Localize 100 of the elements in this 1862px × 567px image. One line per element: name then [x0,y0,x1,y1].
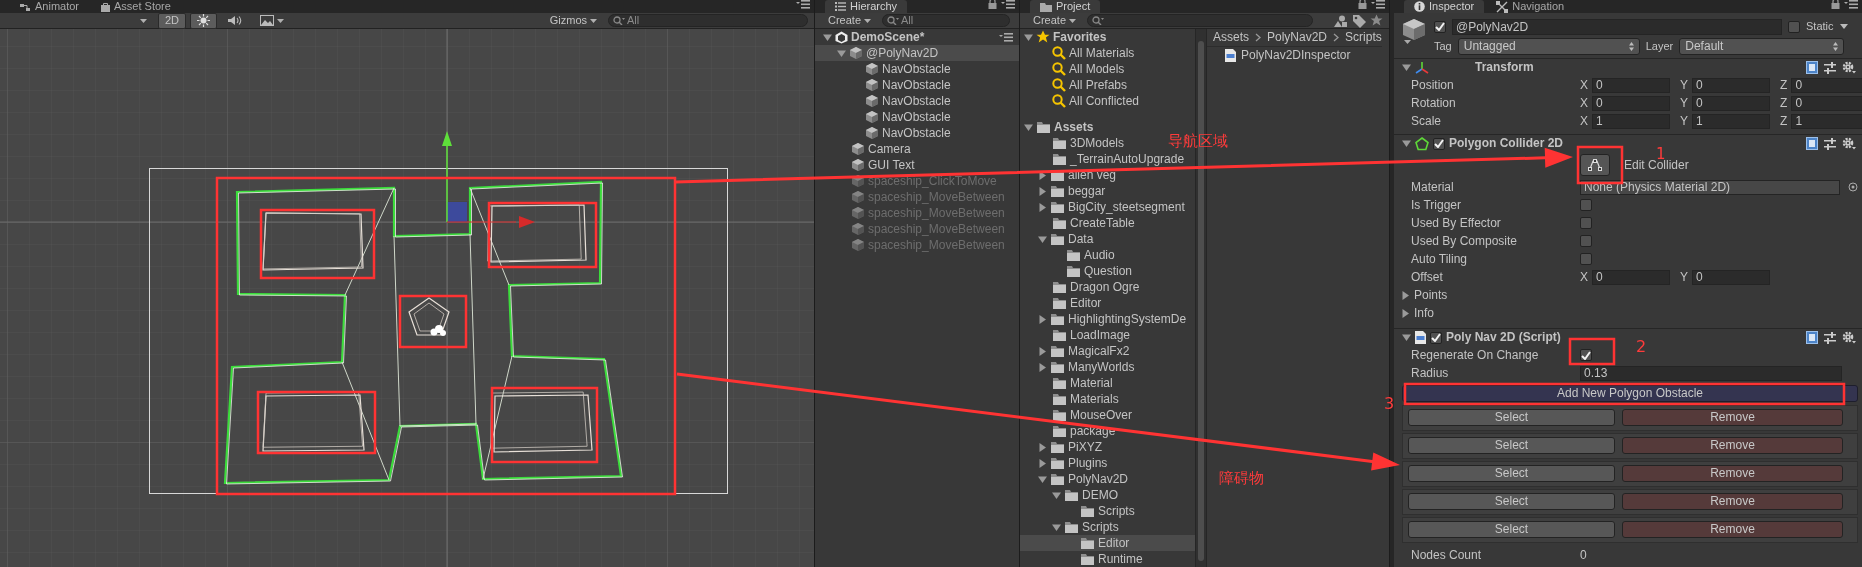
menu-icon[interactable] [1001,0,1015,9]
remove-button[interactable]: Remove [1622,521,1843,538]
tree-item[interactable]: Assets [1020,119,1094,135]
move-gizmo-drawing[interactable] [442,131,535,228]
tree-item[interactable]: Scripts [1020,519,1119,535]
disclosure-triangle-icon[interactable] [1401,308,1410,318]
tree-item[interactable]: Runtime [1020,551,1143,567]
create-dropdown[interactable]: Create [1026,12,1084,29]
select-button[interactable]: Select [1408,521,1615,538]
disclosure-triangle-icon[interactable] [1038,474,1047,484]
number-field[interactable]: 0 [1791,77,1862,93]
tree-item[interactable]: LoadImage [1020,327,1131,343]
number-field[interactable]: 0 [1592,95,1670,111]
checkbox[interactable] [1433,137,1445,150]
number-field[interactable]: 0 [1592,77,1670,93]
presets-icon[interactable] [1824,331,1836,344]
number-field[interactable]: 1 [1692,113,1771,129]
tree-item[interactable]: All Materials [1020,45,1135,61]
panel-tab[interactable]: Animator [10,0,90,13]
lock-icon[interactable] [988,0,997,9]
disclosure-triangle-icon[interactable] [1052,490,1061,500]
tree-item[interactable]: Materials [1020,391,1119,407]
hierarchy-item[interactable]: @PolyNav2D [815,45,1019,61]
disclosure-triangle-icon[interactable] [1024,32,1033,42]
tree-item[interactable]: Favorites [1020,29,1107,45]
tree-item[interactable]: Plugins [1020,455,1108,471]
tree-item[interactable]: Question [1020,263,1133,279]
hierarchy-item[interactable]: NavObstacle [815,61,951,77]
disclosure-triangle-icon[interactable] [1038,362,1047,372]
panel-tab[interactable]: Asset Store [91,0,181,13]
disclosure-triangle-icon[interactable] [837,48,846,58]
select-button[interactable]: Select [1408,437,1615,454]
number-field[interactable]: 0 [1692,269,1771,285]
tree-item[interactable]: Material [1020,375,1113,391]
tree-item[interactable]: beggar [1020,183,1106,199]
disclosure-triangle-icon[interactable] [1402,333,1411,342]
disclosure-triangle-icon[interactable] [1038,202,1047,212]
filter-by-type-icon[interactable] [1334,14,1348,27]
menu-icon[interactable] [999,32,1013,42]
tree-item[interactable]: Data [1020,231,1094,247]
checkbox[interactable] [1430,331,1442,344]
lock-icon[interactable] [1358,0,1367,9]
tree-item[interactable]: BigCity_steetsegment [1020,199,1185,215]
foldout-label[interactable]: Info [1414,305,1434,321]
disclosure-triangle-icon[interactable] [823,32,832,42]
disclosure-triangle-icon[interactable] [1038,186,1047,196]
tree-item[interactable]: PolyNav2D [1020,471,1129,487]
foldout-label[interactable]: Points [1414,287,1448,303]
hierarchy-item[interactable]: Camera [815,141,911,157]
checkbox[interactable] [1434,20,1446,33]
disclosure-triangle-icon[interactable] [1038,458,1047,468]
tree-item[interactable]: Audio [1020,247,1115,263]
tree-item[interactable]: Editor [1020,295,1102,311]
scene-row[interactable]: DemoScene* [815,29,1019,45]
panel-tab[interactable]: Navigation [1486,0,1575,13]
number-field[interactable]: 1 [1791,113,1862,129]
panel-tab[interactable]: Inspector [1404,0,1485,13]
menu-icon[interactable] [1844,0,1858,9]
number-field[interactable]: 0 [1592,269,1670,285]
gear-icon[interactable] [1842,61,1856,74]
help-icon[interactable] [1806,137,1818,150]
disclosure-triangle-icon[interactable] [1052,522,1061,532]
tree-item[interactable]: CreateTable [1020,215,1135,231]
checkbox[interactable] [1580,253,1592,265]
tree-item[interactable]: Editor [1020,535,1195,551]
panel-tab[interactable]: Project [1030,0,1101,13]
lock-icon[interactable] [1831,0,1840,9]
number-field[interactable]: 0 [1692,77,1771,93]
object-picker-icon[interactable] [1848,182,1858,192]
menu-icon[interactable] [796,0,810,9]
tree-item[interactable]: All Prefabs [1020,77,1128,93]
menu-icon[interactable] [1371,0,1385,9]
disclosure-triangle-icon[interactable] [1401,290,1410,300]
search-field[interactable]: All [882,14,1011,27]
tree-item[interactable]: HighlightingSystemDe [1020,311,1187,327]
tree-item[interactable]: DEMO [1020,487,1118,503]
tag-icon[interactable] [1352,13,1366,28]
number-field[interactable]: 0 [1791,95,1862,111]
hierarchy-item[interactable]: NavObstacle [815,93,951,109]
disclosure-triangle-icon[interactable] [1024,122,1033,132]
disclosure-triangle-icon[interactable] [1038,314,1047,324]
tree-item[interactable]: PiXYZ [1020,439,1102,455]
remove-button[interactable]: Remove [1622,409,1843,426]
disclosure-triangle-icon[interactable] [1038,234,1047,244]
disclosure-triangle-icon[interactable] [1038,442,1047,452]
create-dropdown[interactable]: Create [821,12,879,29]
remove-button[interactable]: Remove [1622,493,1843,510]
breadcrumb-link[interactable]: Assets [1213,30,1249,45]
help-icon[interactable] [1806,61,1818,74]
gizmos-dropdown[interactable]: Gizmos [542,12,604,29]
checkbox[interactable] [1580,217,1592,229]
layer-dropdown[interactable]: Default [1679,37,1845,55]
remove-button[interactable]: Remove [1622,437,1843,454]
star-icon[interactable] [1370,14,1383,27]
tree-item[interactable]: 3DModels [1020,135,1125,151]
breadcrumb-link[interactable]: Scripts [1345,30,1382,45]
checkbox[interactable] [1580,199,1592,211]
remove-button[interactable]: Remove [1622,465,1843,482]
search-field[interactable] [1087,14,1314,27]
hierarchy-item[interactable]: NavObstacle [815,125,951,141]
